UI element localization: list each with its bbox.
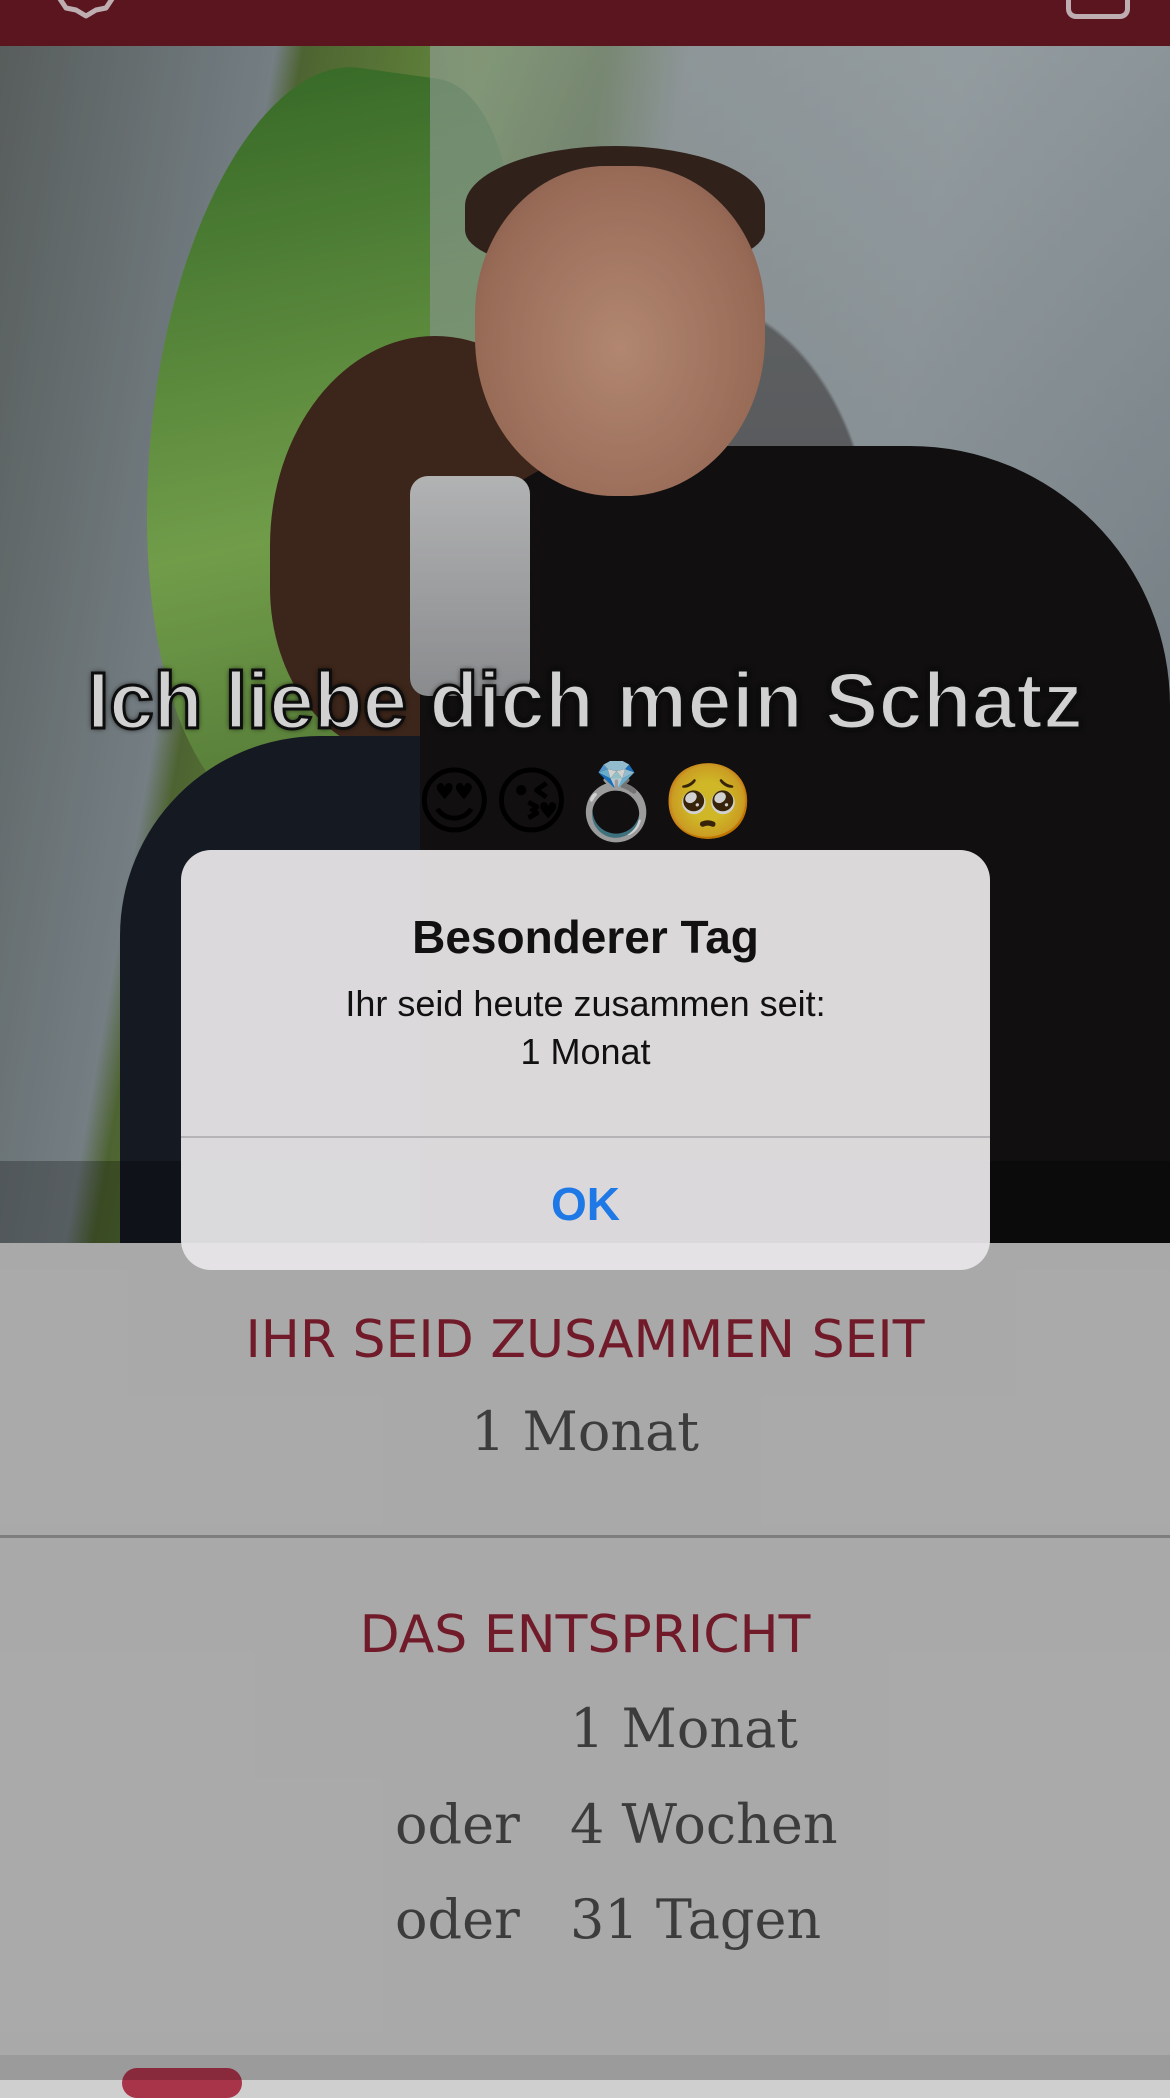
alert-message-line-1: Ihr seid heute zusammen seit: (345, 983, 826, 1024)
alert-title: Besonderer Tag (412, 911, 759, 963)
alert-message-line-2: 1 Monat (520, 1031, 651, 1072)
special-day-alert: Besonderer Tag Ihr seid heute zusammen s… (181, 850, 990, 1270)
alert-ok-button[interactable]: OK (181, 1138, 990, 1270)
alert-message: Ihr seid heute zusammen seit: 1 Monat (181, 980, 990, 1076)
